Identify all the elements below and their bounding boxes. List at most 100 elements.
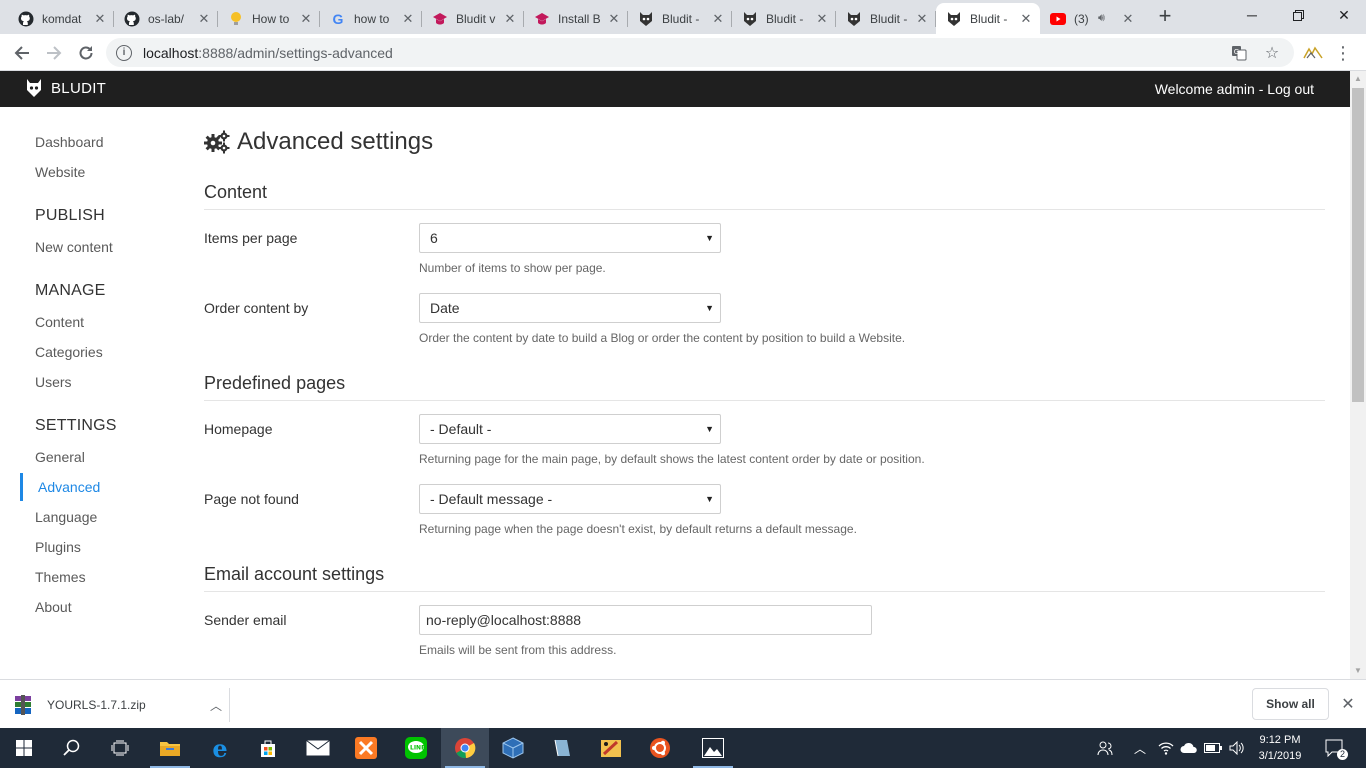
tab-close-icon[interactable]: ✕ — [710, 11, 726, 27]
battery-icon[interactable] — [1202, 728, 1224, 768]
browser-tab[interactable]: komdat ✕ — [8, 3, 114, 34]
download-filename: YOURLS-1.7.1.zip — [47, 698, 146, 712]
browser-tab[interactable]: How to ✕ — [218, 3, 320, 34]
browser-tab[interactable]: (3) 🔊︎ ✕ — [1040, 3, 1142, 34]
tab-close-icon[interactable]: ✕ — [298, 11, 314, 27]
file-explorer-icon[interactable] — [146, 728, 194, 768]
scrollbar-thumb[interactable] — [1352, 88, 1364, 402]
browser-tab[interactable]: Bludit v ✕ — [422, 3, 524, 34]
line-app-icon[interactable]: LINE — [392, 728, 440, 768]
tab-close-icon[interactable]: ✕ — [914, 11, 930, 27]
edge-browser-icon[interactable]: e — [196, 728, 244, 768]
windows-start-icon[interactable] — [0, 728, 48, 768]
tab-title: (3) — [1074, 11, 1089, 26]
sidebar-item-advanced[interactable]: Advanced — [38, 479, 100, 495]
tab-title: os-lab/ — [148, 11, 185, 26]
sidebar-item-users[interactable]: Users — [35, 374, 72, 390]
sidebar-item-about[interactable]: About — [35, 599, 72, 615]
items-per-page-select[interactable]: 6 ▼ — [419, 223, 721, 253]
sidebar-item-website[interactable]: Website — [35, 164, 85, 180]
translate-icon[interactable]: G — [1226, 38, 1252, 67]
sidebar-item-themes[interactable]: Themes — [35, 569, 86, 585]
tab-close-icon[interactable]: ✕ — [502, 11, 518, 27]
tab-close-icon[interactable]: ✕ — [606, 11, 622, 27]
task-view-icon[interactable] — [96, 728, 144, 768]
close-shelf-icon[interactable]: ✕ — [1338, 694, 1358, 714]
caret-down-icon: ▼ — [705, 303, 714, 313]
tab-close-icon[interactable]: ✕ — [400, 11, 416, 27]
address-bar[interactable]: i localhost:8888/admin/settings-advanced… — [106, 38, 1294, 67]
new-tab-button[interactable]: + — [1153, 5, 1177, 29]
extension-icon[interactable] — [1300, 40, 1326, 66]
close-window-button[interactable]: ✕ — [1321, 0, 1366, 30]
restore-button[interactable] — [1275, 0, 1321, 30]
page-not-found-select[interactable]: - Default message - ▼ — [419, 484, 721, 514]
tab-close-icon[interactable]: ✕ — [196, 11, 212, 27]
brand[interactable]: BLUDIT — [26, 78, 106, 98]
sidebar-heading-publish: PUBLISH — [35, 207, 105, 224]
menu-kebab-icon[interactable]: ⋮ — [1330, 40, 1356, 66]
notification-center-icon[interactable]: 2 — [1320, 728, 1350, 768]
browser-tab[interactable]: G how to ✕ — [320, 3, 422, 34]
page-scrollbar[interactable]: ▲ ▼ — [1350, 71, 1366, 679]
order-by-select[interactable]: Date ▼ — [419, 293, 721, 323]
photos-app-icon[interactable] — [689, 728, 737, 768]
info-icon[interactable]: i — [116, 44, 132, 61]
logout-link[interactable]: Log out — [1267, 81, 1314, 97]
system-clock[interactable]: 9:12 PM 3/1/2019 — [1253, 732, 1307, 764]
tab-close-icon[interactable]: ✕ — [814, 11, 830, 27]
browser-tab[interactable]: Bludit - ✕ — [628, 3, 732, 34]
homepage-label: Homepage — [204, 421, 273, 437]
browser-tab[interactable]: Bludit - ✕ — [836, 3, 936, 34]
sidebar-item-new-content[interactable]: New content — [35, 239, 113, 255]
tab-close-icon[interactable]: ✕ — [1018, 11, 1034, 27]
browser-tab[interactable]: Install B ✕ — [524, 3, 628, 34]
browser-tab-active[interactable]: Bludit - ✕ — [936, 3, 1040, 34]
page-title: Advanced settings — [204, 128, 433, 156]
sidebar-item-general[interactable]: General — [35, 449, 85, 465]
sender-email-input[interactable]: no-reply@localhost:8888 — [419, 605, 872, 635]
people-icon[interactable] — [1092, 728, 1118, 768]
chevron-up-icon[interactable]: ︿ — [1130, 728, 1150, 768]
url-text[interactable]: localhost:8888/admin/settings-advanced — [143, 45, 393, 61]
welcome-text: Welcome admin — [1154, 81, 1255, 97]
homepage-select[interactable]: - Default - ▼ — [419, 414, 721, 444]
download-shelf: YOURLS-1.7.1.zip ︿ Show all ✕ — [0, 679, 1366, 728]
back-arrow-icon[interactable] — [9, 40, 35, 66]
sidebar-heading-settings: SETTINGS — [35, 417, 117, 434]
volume-icon[interactable] — [1226, 728, 1248, 768]
show-all-button[interactable]: Show all — [1252, 688, 1329, 720]
download-item[interactable]: YOURLS-1.7.1.zip ︿ — [14, 688, 230, 722]
mail-icon[interactable] — [294, 728, 342, 768]
browser-tab[interactable]: Bludit - ✕ — [732, 3, 836, 34]
minimize-button[interactable]: ─ — [1229, 0, 1275, 30]
store-icon[interactable] — [244, 728, 292, 768]
sidebar-item-language[interactable]: Language — [35, 509, 97, 525]
scroll-down-arrow-icon[interactable]: ▼ — [1350, 663, 1366, 679]
search-icon[interactable] — [48, 728, 96, 768]
chrome-icon[interactable] — [441, 728, 489, 768]
reload-icon[interactable] — [73, 40, 99, 66]
forward-arrow-icon[interactable] — [41, 40, 67, 66]
wifi-icon[interactable] — [1156, 728, 1176, 768]
brand-name: BLUDIT — [51, 79, 107, 97]
onedrive-cloud-icon[interactable] — [1178, 728, 1200, 768]
tab-close-icon[interactable]: ✕ — [92, 11, 108, 27]
sidebar-item-categories[interactable]: Categories — [35, 344, 103, 360]
tab-close-icon[interactable]: ✕ — [1120, 11, 1136, 27]
chevron-up-icon[interactable]: ︿ — [203, 697, 229, 714]
sidebar-item-plugins[interactable]: Plugins — [35, 539, 81, 555]
paint-app-icon[interactable] — [587, 728, 635, 768]
speaker-icon[interactable]: 🔊︎ — [1098, 12, 1116, 25]
bookmark-star-icon[interactable]: ☆ — [1259, 38, 1285, 67]
caret-down-icon: ▼ — [705, 494, 714, 504]
xampp-icon[interactable] — [342, 728, 390, 768]
sidebar-item-dashboard[interactable]: Dashboard — [35, 134, 104, 150]
virtualbox-icon[interactable] — [489, 728, 537, 768]
notes-app-icon[interactable] — [538, 728, 586, 768]
ubuntu-icon[interactable] — [636, 728, 684, 768]
browser-tab[interactable]: os-lab/ ✕ — [114, 3, 218, 34]
select-value: - Default - — [430, 421, 492, 437]
sidebar-item-content[interactable]: Content — [35, 314, 84, 330]
scroll-up-arrow-icon[interactable]: ▲ — [1350, 71, 1366, 87]
